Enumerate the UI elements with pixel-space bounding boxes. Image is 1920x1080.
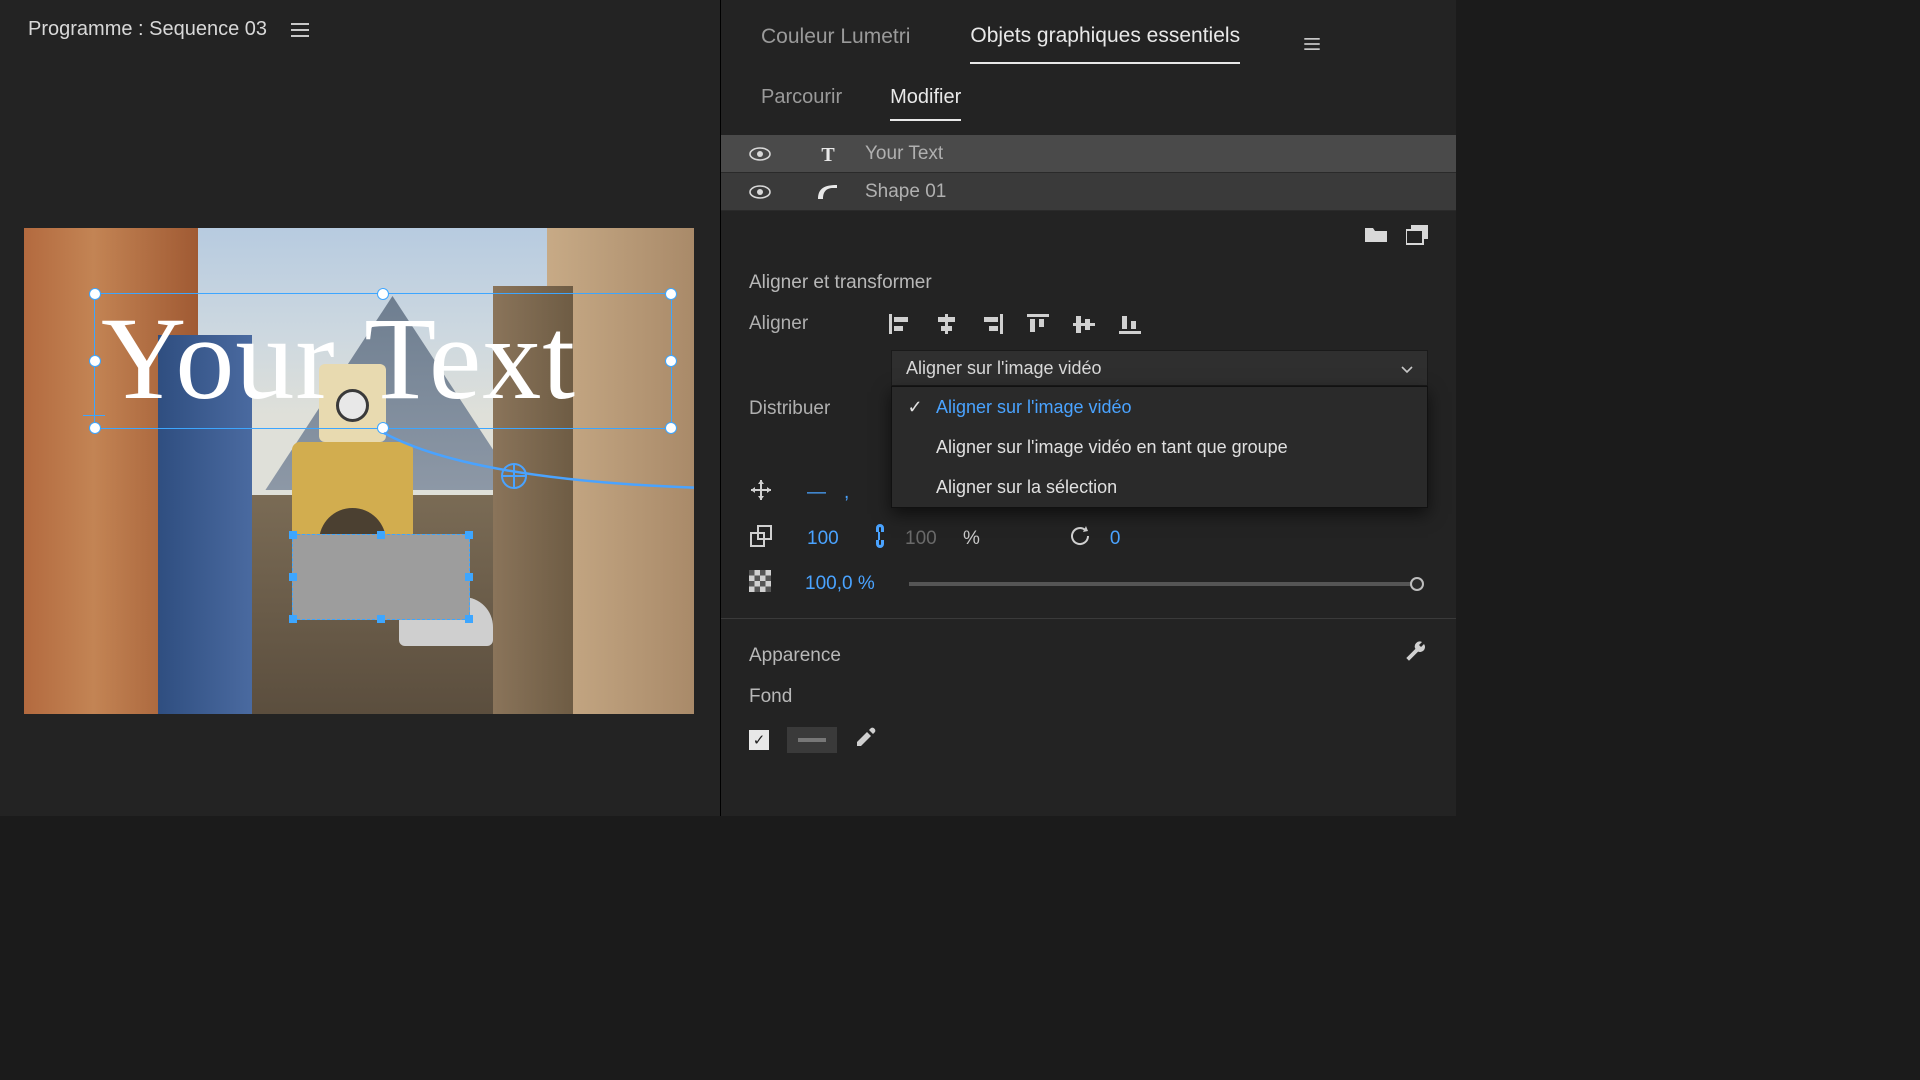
tab-lumetri[interactable]: Couleur Lumetri	[761, 25, 910, 63]
tab-browse[interactable]: Parcourir	[761, 86, 842, 121]
resize-handle[interactable]	[665, 288, 677, 300]
scale-icon	[749, 524, 773, 554]
resize-handle[interactable]	[89, 355, 101, 367]
opacity-value[interactable]: 100,0 %	[805, 573, 885, 595]
check-icon: ✓	[906, 397, 924, 418]
layer-list: T Your Text Shape 01	[721, 135, 1456, 211]
resize-handle[interactable]	[665, 355, 677, 367]
fill-checkbox[interactable]: ✓	[749, 730, 769, 750]
program-title: Programme : Sequence 03	[28, 18, 267, 41]
new-folder-icon[interactable]	[1364, 225, 1388, 250]
align-left-icon[interactable]	[887, 312, 913, 336]
resize-handle[interactable]	[377, 615, 385, 623]
new-layer-icon[interactable]	[1406, 225, 1428, 250]
resize-handle[interactable]	[377, 288, 389, 300]
position-icon	[749, 478, 773, 508]
opacity-icon	[749, 570, 771, 598]
resize-handle[interactable]	[289, 615, 297, 623]
resize-handle[interactable]	[89, 288, 101, 300]
tab-edit[interactable]: Modifier	[890, 86, 961, 121]
dropdown-option[interactable]: Aligner sur l'image vidéo en tant que gr…	[892, 427, 1427, 467]
chevron-down-icon	[1401, 358, 1413, 379]
layer-name: Your Text	[865, 143, 943, 165]
layer-row[interactable]: Shape 01	[721, 173, 1456, 211]
fill-label: Fond	[721, 680, 1456, 718]
text-layer-icon: T	[813, 144, 843, 164]
panel-menu-icon[interactable]	[291, 23, 309, 37]
text-layer-content: Your Text	[95, 294, 671, 418]
resize-handle[interactable]	[465, 573, 473, 581]
align-row: Aligner	[721, 304, 1456, 344]
section-align-transform: Aligner et transformer	[721, 256, 1456, 304]
section-appearance: Apparence	[749, 645, 841, 667]
eyedropper-icon[interactable]	[855, 726, 877, 754]
scale-row: 100 100 % 0	[721, 516, 1456, 562]
rotate-icon	[1068, 525, 1092, 553]
wrench-icon[interactable]	[1404, 641, 1428, 670]
layer-row[interactable]: T Your Text	[721, 135, 1456, 173]
visibility-toggle-icon[interactable]	[749, 185, 771, 199]
shape-layer-bounds[interactable]	[292, 534, 470, 620]
opacity-slider[interactable]	[909, 582, 1418, 586]
panel-tabs: Couleur Lumetri Objets graphiques essent…	[721, 0, 1456, 64]
dropdown-option[interactable]: Aligner sur la sélection	[892, 467, 1427, 507]
align-to-dropdown: ✓ Aligner sur l'image vidéo Aligner sur …	[891, 386, 1428, 508]
rotate-value[interactable]: 0	[1110, 528, 1121, 550]
align-label: Aligner	[749, 313, 869, 335]
layer-name: Shape 01	[865, 181, 946, 203]
tab-essential-graphics[interactable]: Objets graphiques essentiels	[970, 24, 1240, 64]
dropdown-option[interactable]: ✓ Aligner sur l'image vidéo	[892, 387, 1427, 427]
resize-handle[interactable]	[665, 422, 677, 434]
program-viewer[interactable]: Your Text	[24, 228, 694, 714]
divider	[721, 618, 1456, 619]
position-x-value[interactable]: —	[807, 482, 826, 504]
resize-handle[interactable]	[377, 422, 389, 434]
align-top-icon[interactable]	[1025, 312, 1051, 336]
resize-handle[interactable]	[377, 531, 385, 539]
align-to-select[interactable]: Aligner sur l'image vidéo ✓ Aligner sur …	[891, 350, 1428, 386]
fill-color-swatch[interactable]	[787, 727, 837, 753]
position-separator: ,	[844, 482, 849, 504]
panel-menu-icon[interactable]	[1304, 38, 1320, 50]
resize-handle[interactable]	[289, 573, 297, 581]
distribute-label: Distribuer	[749, 398, 869, 420]
slider-knob[interactable]	[1410, 577, 1424, 591]
layer-tools	[721, 211, 1456, 256]
resize-handle[interactable]	[465, 531, 473, 539]
sub-tabs: Parcourir Modifier	[721, 64, 1456, 121]
align-to-value: Aligner sur l'image vidéo	[906, 358, 1102, 379]
svg-text:T: T	[821, 144, 835, 164]
fill-row: ✓	[721, 718, 1456, 762]
scale-y-value[interactable]: 100	[905, 528, 945, 550]
program-monitor-panel: Programme : Sequence 03 Your Text	[0, 0, 720, 816]
program-monitor-header: Programme : Sequence 03	[0, 0, 720, 59]
scale-unit: %	[963, 528, 980, 550]
link-icon[interactable]	[871, 524, 887, 554]
scale-value[interactable]: 100	[807, 528, 853, 550]
resize-handle[interactable]	[289, 531, 297, 539]
resize-handle[interactable]	[89, 422, 101, 434]
align-right-icon[interactable]	[979, 312, 1005, 336]
visibility-toggle-icon[interactable]	[749, 147, 771, 161]
align-vcenter-icon[interactable]	[1071, 312, 1097, 336]
align-hcenter-icon[interactable]	[933, 312, 959, 336]
text-layer-bounds[interactable]: Your Text	[94, 293, 672, 429]
shape-layer-icon	[813, 182, 843, 202]
essential-graphics-panel: Couleur Lumetri Objets graphiques essent…	[720, 0, 1456, 816]
align-bottom-icon[interactable]	[1117, 312, 1143, 336]
opacity-row: 100,0 %	[721, 562, 1456, 606]
resize-handle[interactable]	[465, 615, 473, 623]
